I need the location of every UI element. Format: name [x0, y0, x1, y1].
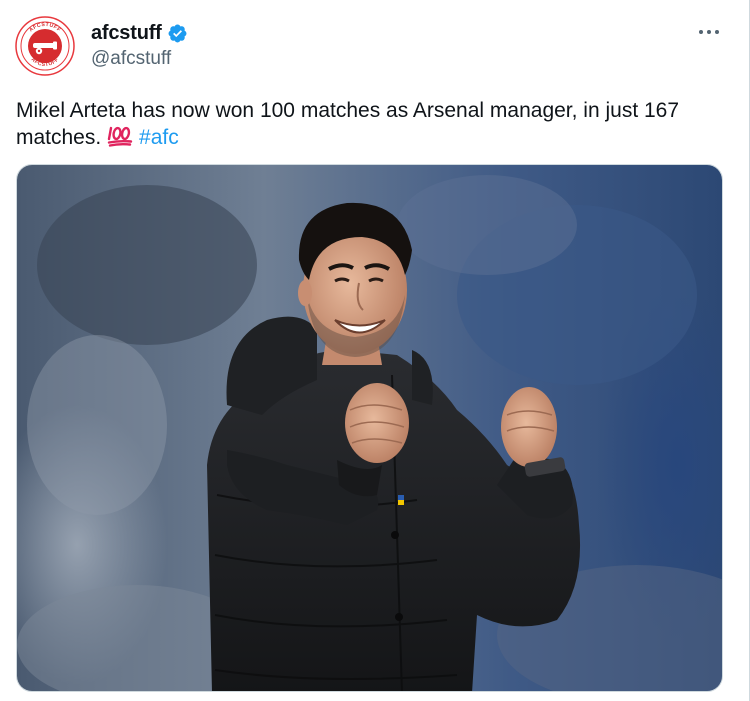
tweet-card[interactable]: AFCSTUFF AFCSTUFF afcstuff @afcstuff Mik… — [0, 0, 750, 701]
more-options-button[interactable] — [697, 20, 721, 44]
tweet-photo[interactable] — [16, 164, 723, 692]
author-info[interactable]: afcstuff @afcstuff — [91, 20, 188, 70]
avatar[interactable]: AFCSTUFF AFCSTUFF — [15, 16, 75, 76]
hundred-points-emoji-icon — [107, 125, 133, 154]
user-handle[interactable]: @afcstuff — [91, 48, 188, 70]
hashtag-link[interactable]: #afc — [139, 126, 179, 149]
display-name-row: afcstuff — [91, 20, 188, 46]
display-name[interactable]: afcstuff — [91, 22, 162, 45]
verified-badge-icon — [168, 24, 187, 42]
tweet-text: Mikel Arteta has now won 100 matches as … — [16, 97, 726, 154]
more-horizontal-icon — [699, 30, 719, 34]
photo-image — [17, 165, 722, 691]
arsenal-cannon-logo-icon: AFCSTUFF AFCSTUFF — [15, 16, 75, 76]
